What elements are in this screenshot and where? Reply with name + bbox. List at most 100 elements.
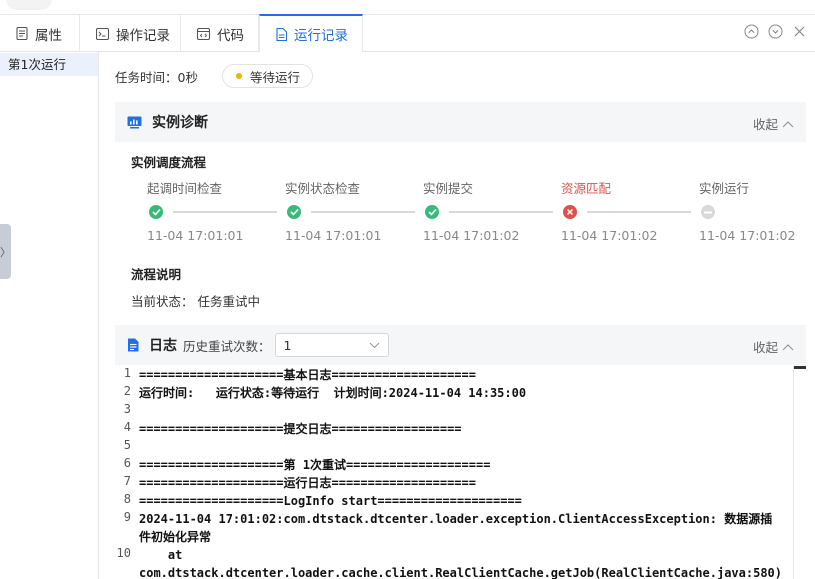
check-circle-icon [149,205,163,219]
monitor-chart-icon [127,116,142,129]
log-line: 3 [115,402,791,416]
document-icon [16,27,28,40]
step-connector [449,211,553,213]
line-text: ====================提交日志================… [139,422,462,436]
status-badge: 等待运行 [221,64,313,88]
line-number: 6 [123,456,131,470]
diagnosis-header: 实例诊断 收起 [115,102,806,142]
task-meta: 任务时间：0秒 等待运行 [115,64,313,88]
tab-operation-log[interactable]: 操作记录 [80,15,181,52]
retry-count-value: 1 [283,337,292,353]
collapse-label: 收起 [752,117,778,132]
top-avatar-blob [6,0,52,10]
log-line: 1 ====================基本日志===============… [115,366,791,384]
step-connector [311,211,415,213]
log-title: 日志 [149,338,177,354]
chevron-down-circle-icon[interactable] [768,24,783,39]
flow-step: 实例状态检查 11-04 17:01:01 [285,178,425,243]
step-time: 11-04 17:01:02 [561,228,658,243]
log-line: 2 运行时间: 运行状态:等待运行 计划时间:2024-11-04 14:35:0… [115,384,791,402]
error-circle-icon [563,205,577,219]
log-collapse-button[interactable]: 收起 [753,337,794,356]
tab-bar: 属性 操作记录 代码 运行记录 [0,14,815,52]
line-text [139,402,779,416]
chevron-up-icon [782,120,794,127]
window-top-strip [0,0,815,15]
status-dot-icon [235,73,242,79]
step-time: 11-04 17:01:01 [147,228,244,243]
chevron-down-icon [369,342,379,348]
line-text [139,438,779,452]
line-text: ====================第 1次重试==============… [139,458,491,472]
tab-actions [744,24,807,39]
step-connector [587,211,691,213]
status-text: 等待运行 [249,69,300,85]
retry-count-select[interactable]: 1 [274,333,389,357]
step-name: 起调时间检查 [147,181,223,196]
run-record-panel: 任务时间：0秒 等待运行 实例诊断 收起 实例调度流程 起调时间检查 11-04… [99,52,815,579]
line-number: 1 [123,366,131,380]
diagnosis-title: 实例诊断 [152,115,208,131]
log-line: 7 ====================运行日志===============… [115,474,791,492]
flow-step: 实例提交 11-04 17:01:02 [423,178,563,243]
chevron-up-circle-icon[interactable] [744,24,759,39]
file-icon [276,27,287,41]
tab-label: 操作记录 [116,27,170,44]
step-time: 11-04 17:01:02 [699,228,796,243]
chevron-up-icon [782,343,794,350]
close-icon[interactable] [792,24,807,39]
check-circle-icon [425,205,439,219]
line-number: 9 [123,510,131,524]
collapse-label: 收起 [752,340,778,355]
line-text: 2024-11-04 17:01:02:com.dtstack.dtcenter… [139,512,773,544]
step-time: 11-04 17:01:02 [423,228,520,243]
scrollbar-thumb[interactable] [794,366,806,369]
log-file-icon [127,338,139,352]
tab-label: 代码 [217,27,244,44]
line-number: 10 [116,546,131,560]
check-circle-icon [287,205,301,219]
tab-run-records[interactable]: 运行记录 [259,14,363,52]
step-name: 实例提交 [423,181,474,196]
sidebar-collapse-handle[interactable]: 〉 [0,224,11,279]
line-number: 4 [123,420,131,434]
line-text: ====================基本日志================… [139,368,476,382]
log-header: 日志 历史重试次数： 1 收起 [115,325,806,365]
line-number: 5 [123,438,131,452]
diagnosis-collapse-button[interactable]: 收起 [753,114,794,133]
line-number: 7 [123,474,131,488]
line-number: 2 [123,384,131,398]
flow-desc-title: 流程说明 [131,267,182,282]
flow-step: 实例运行 11-04 17:01:02 [699,178,815,243]
run-list-item[interactable]: 第1次运行 [0,53,98,76]
log-line: 6 ====================第 1次重试=============… [115,456,791,474]
log-line: 4 ====================提交日志===============… [115,420,791,438]
log-line: 5 [115,438,791,452]
task-time: 任务时间：0秒 [115,69,198,85]
step-name: 实例运行 [699,181,750,196]
log-line: 8 ====================LogInfo start======… [115,492,791,510]
retry-count-label: 历史重试次数： [183,338,271,354]
tab-label: 运行记录 [294,28,348,44]
flow-step: 起调时间检查 11-04 17:01:01 [147,178,287,243]
step-name: 资源匹配 [561,181,612,196]
step-time: 11-04 17:01:01 [285,228,382,243]
flow-step: 资源匹配 11-04 17:01:02 [561,178,701,243]
tab-label: 属性 [35,27,62,44]
log-line: 10 at com.dtstack.dtcenter.loader.cache.… [115,546,791,579]
log-viewer[interactable]: 1 ====================基本日志===============… [115,366,806,579]
chevron-right-icon: 〉 [0,245,11,259]
terminal-icon [96,27,109,40]
step-connector [173,211,277,213]
tab-properties[interactable]: 属性 [0,15,80,52]
line-text: at com.dtstack.dtcenter.loader.cache.cli… [139,548,782,579]
code-icon [197,27,210,40]
flow-title: 实例调度流程 [131,155,207,170]
run-list-sidebar: 第1次运行 〉 [0,52,99,579]
tab-code[interactable]: 代码 [181,15,259,52]
log-line: 9 2024-11-04 17:01:02:com.dtstack.dtcente… [115,510,791,546]
log-scrollbar[interactable] [793,366,806,579]
pending-circle-icon [701,205,715,219]
line-number: 3 [123,402,131,416]
current-status: 当前状态： 任务重试中 [131,294,260,309]
